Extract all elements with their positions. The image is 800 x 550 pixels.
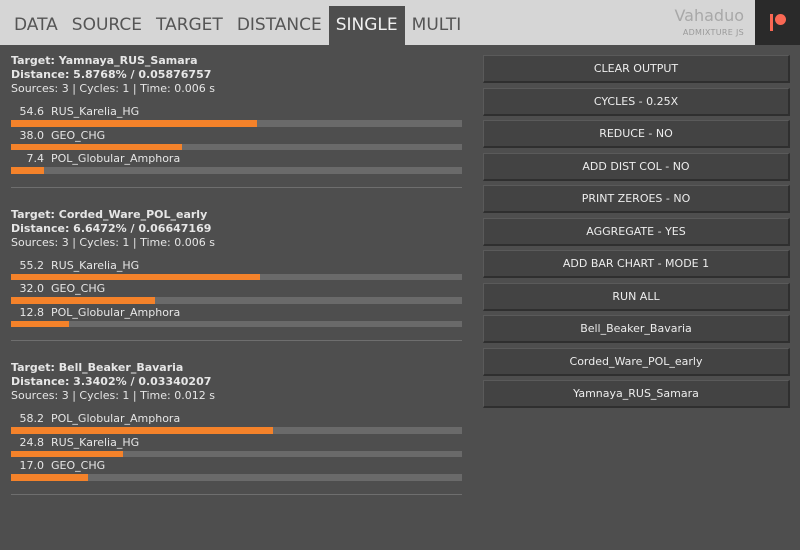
result-distance: Distance: 5.8768% / 0.05876757 [11,68,212,81]
clear-output-button[interactable]: CLEAR OUTPUT [483,55,790,83]
patreon-icon-dot [775,14,786,25]
add-dist-col-button[interactable]: ADD DIST COL - NO [483,152,790,181]
result-distance: Distance: 3.3402% / 0.03340207 [11,375,212,388]
reduce-button[interactable]: REDUCE - NO [483,120,790,148]
tab-single[interactable]: SINGLE [328,6,405,45]
tab-distance[interactable]: DISTANCE [230,6,329,45]
result-block: Target: Bell_Beaker_Bavaria Distance: 3.3… [11,361,462,483]
tab-data[interactable]: DATA [0,6,65,45]
result-meta: Sources: 3 | Cycles: 1 | Time: 0.012 s [11,389,215,402]
target-button-bell-beaker[interactable]: Bell_Beaker_Bavaria [483,315,790,343]
source-row: 38.0 GEO_CHG [11,129,462,153]
bar-track [11,143,462,150]
source-percent: 58.2 [19,412,45,425]
bar-fill [11,143,183,150]
bar-track [11,450,462,457]
source-name: RUS_Karelia_HG [51,105,140,118]
divider [11,340,462,341]
source-percent: 12.8 [19,305,45,319]
print-zeroes-button[interactable]: PRINT ZEROES - NO [483,185,790,213]
source-name: POL_Globular_Amphora [51,412,181,425]
source-row: 24.8 RUS_Karelia_HG [11,436,462,460]
result-distance: Distance: 6.6472% / 0.06647169 [11,221,212,235]
source-percent: 7.4 [26,152,45,165]
divider [11,493,462,495]
bar-track [11,427,462,434]
source-name: RUS_Karelia_HG [51,258,140,272]
source-row: 7.4 POL_Globular_Amphora [11,152,462,176]
source-name: GEO_CHG [51,459,106,472]
brand-logo: Vahaduo ADMIXTURE JS [674,6,744,38]
source-percent: 17.0 [19,459,45,472]
add-bar-chart-button[interactable]: ADD BAR CHART - MODE 1 [483,250,790,278]
source-percent: 24.8 [19,435,45,449]
patreon-icon [770,14,773,31]
source-name: GEO_CHG [51,128,106,142]
divider [11,186,462,188]
result-target: Target: Yamnaya_RUS_Samara [11,54,198,67]
bar-fill [11,427,274,434]
tab-multi[interactable]: MULTI [405,6,469,45]
source-name: GEO_CHG [51,282,106,295]
bar-fill [11,120,258,127]
source-row: 54.6 RUS_Karelia_HG [11,105,462,129]
top-nav-bar: DATA SOURCE TARGET DISTANCE SINGLE MULTI… [0,0,800,45]
result-block: Target: Corded_Ware_POL_early Distance: 6… [11,208,462,330]
result-block: Target: Yamnaya_RUS_Samara Distance: 5.87… [11,54,462,176]
source-name: RUS_Karelia_HG [51,435,140,449]
bar-fill [11,320,69,327]
source-row: 55.2 RUS_Karelia_HG [11,259,462,283]
result-meta: Sources: 3 | Cycles: 1 | Time: 0.006 s [11,82,215,95]
patreon-button[interactable] [755,0,800,45]
cycles-button[interactable]: CYCLES - 0.25X [483,87,790,116]
result-target: Target: Corded_Ware_POL_early [11,207,208,221]
bar-fill [11,273,260,280]
source-percent: 55.2 [19,258,45,272]
bar-track [11,474,462,481]
bar-track [11,320,462,327]
aggregate-button[interactable]: AGGREGATE - YES [483,217,790,246]
source-percent: 54.6 [19,105,45,118]
bar-fill [11,474,88,481]
source-row: 12.8 POL_Globular_Amphora [11,306,462,330]
target-button-yamnaya[interactable]: Yamnaya_RUS_Samara [483,380,790,408]
target-button-corded-ware[interactable]: Corded_Ware_POL_early [483,347,790,376]
run-all-button[interactable]: RUN ALL [483,282,790,311]
bar-track [11,273,462,280]
bar-fill [11,297,156,304]
result-target: Target: Bell_Beaker_Bavaria [11,361,184,374]
source-row: 58.2 POL_Globular_Amphora [11,412,462,436]
output-panel: Target: Yamnaya_RUS_Samara Distance: 5.87… [11,54,462,515]
options-panel: CLEAR OUTPUT CYCLES - 0.25X REDUCE - NO ADD… [483,55,790,413]
brand-subtitle: ADMIXTURE JS [682,28,744,37]
source-name: POL_Globular_Amphora [51,152,181,165]
source-name: POL_Globular_Amphora [51,305,181,319]
bar-fill [11,167,45,174]
source-row: 32.0 GEO_CHG [11,282,462,306]
source-row: 17.0 GEO_CHG [11,459,462,483]
brand-name: Vahaduo [674,6,744,25]
result-meta: Sources: 3 | Cycles: 1 | Time: 0.006 s [11,235,215,249]
bar-fill [11,450,123,457]
bar-track [11,297,462,304]
nav-tabs: DATA SOURCE TARGET DISTANCE SINGLE MULTI [0,6,468,45]
source-percent: 32.0 [19,282,45,295]
bar-track [11,120,462,127]
bar-track [11,167,462,174]
source-percent: 38.0 [19,128,45,142]
tab-source[interactable]: SOURCE [65,6,149,45]
tab-target[interactable]: TARGET [149,6,230,45]
